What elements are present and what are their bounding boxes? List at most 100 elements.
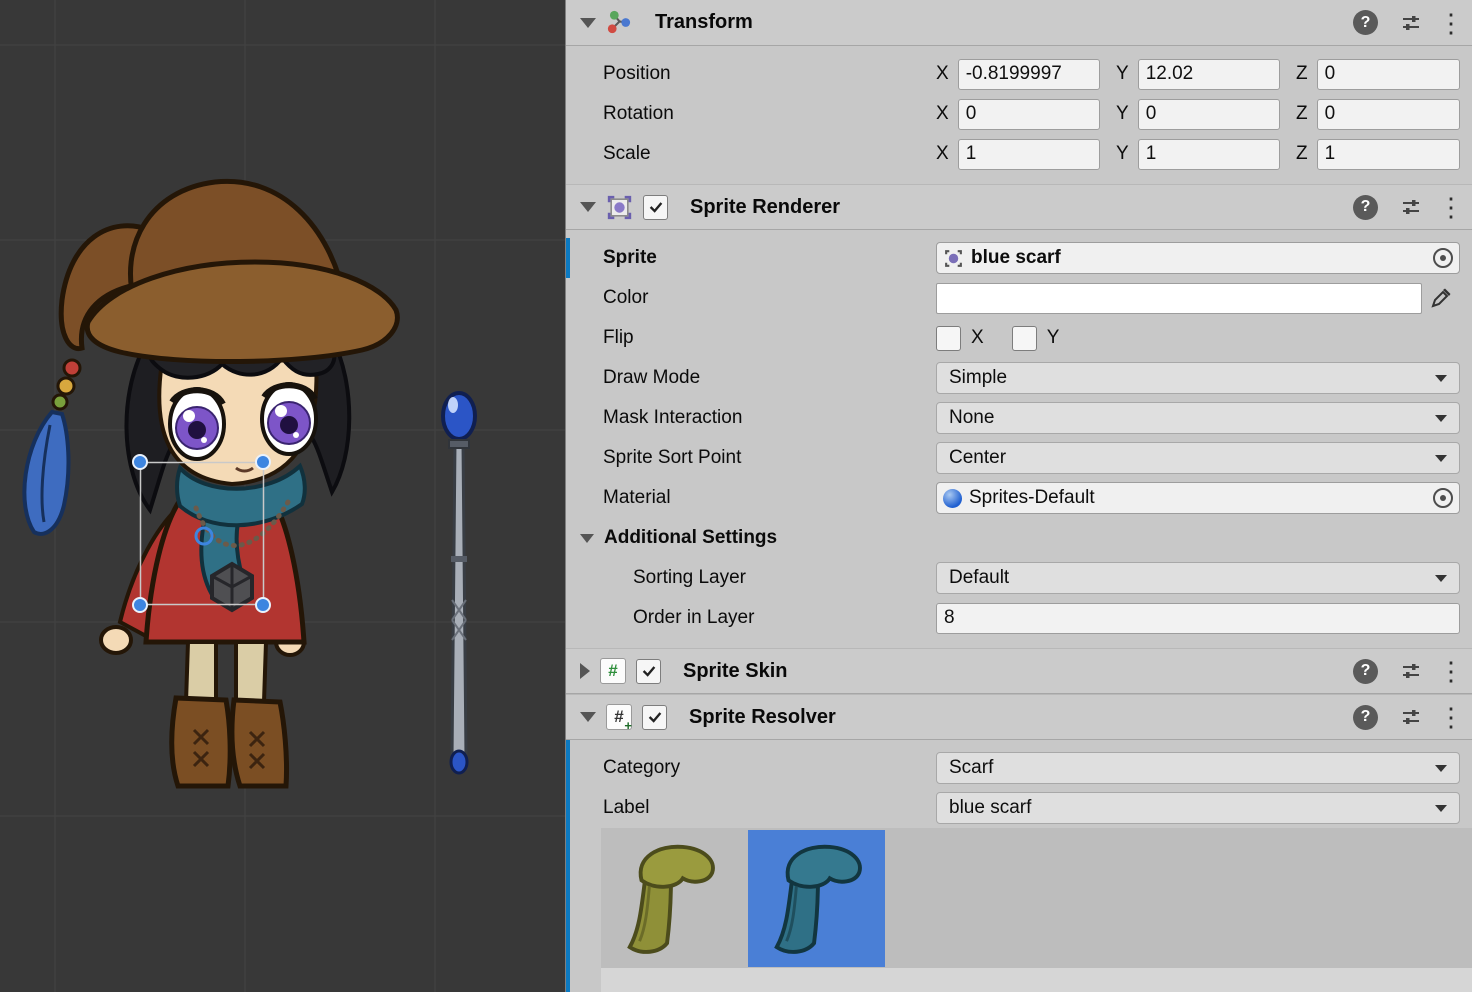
position-y-input[interactable]	[1138, 59, 1280, 90]
flip-x-checkbox[interactable]	[936, 326, 961, 351]
sprite-sort-point-dropdown[interactable]: Center	[936, 442, 1460, 474]
color-label: Color	[603, 287, 936, 309]
kebab-menu-icon[interactable]: ⋮	[1444, 194, 1458, 220]
mask-interaction-row: Mask Interaction None	[566, 398, 1472, 438]
sprite-icon	[943, 248, 964, 269]
eyedropper-icon[interactable]	[1422, 287, 1460, 309]
presets-icon[interactable]	[1400, 196, 1422, 218]
label-label: Label	[603, 797, 936, 819]
chevron-down-icon	[1435, 575, 1447, 582]
mask-interaction-dropdown[interactable]: None	[936, 402, 1460, 434]
flip-y-label: Y	[1047, 327, 1060, 349]
presets-icon[interactable]	[1400, 660, 1422, 682]
material-row: Material Sprites-Default	[566, 478, 1472, 518]
scale-label: Scale	[603, 143, 936, 165]
sprite-value: blue scarf	[971, 247, 1061, 269]
additional-settings-label: Additional Settings	[604, 527, 937, 549]
selection-handle[interactable]	[256, 455, 270, 469]
enabled-checkbox[interactable]	[642, 705, 667, 730]
enabled-checkbox[interactable]	[636, 659, 661, 684]
label-value: blue scarf	[949, 797, 1031, 819]
kebab-menu-icon[interactable]: ⋮	[1444, 704, 1458, 730]
kebab-menu-icon[interactable]: ⋮	[1444, 10, 1458, 36]
selection-handle[interactable]	[256, 598, 270, 612]
draw-mode-label: Draw Mode	[603, 367, 936, 389]
material-value: Sprites-Default	[969, 487, 1095, 509]
foldout-closed-icon[interactable]	[580, 663, 590, 679]
x-axis-label: X	[936, 103, 949, 125]
sorting-layer-label: Sorting Layer	[603, 567, 936, 589]
help-icon[interactable]: ?	[1353, 659, 1378, 684]
category-row: Category Scarf	[566, 748, 1472, 788]
sprite-resolver-script-icon: #+	[606, 704, 632, 730]
foldout-open-icon[interactable]	[580, 202, 596, 212]
inspector-panel: Transform ? ⋮ Position X Y Z Rot	[565, 0, 1472, 992]
scene-view[interactable]	[0, 0, 565, 992]
selection-handle[interactable]	[133, 598, 147, 612]
rotation-z-input[interactable]	[1317, 99, 1460, 130]
presets-icon[interactable]	[1400, 706, 1422, 728]
category-label: Category	[603, 757, 936, 779]
scarf-thumbnail-green[interactable]	[601, 830, 738, 967]
foldout-open-icon[interactable]	[580, 712, 596, 722]
object-picker-icon[interactable]	[1433, 488, 1453, 508]
rotation-y-input[interactable]	[1138, 99, 1280, 130]
scale-x-input[interactable]	[958, 139, 1100, 170]
presets-icon[interactable]	[1400, 12, 1422, 34]
transform-icon	[606, 9, 633, 36]
order-in-layer-input[interactable]	[936, 603, 1460, 634]
scene-canvas[interactable]	[0, 0, 565, 992]
sprite-renderer-header[interactable]: Sprite Renderer ? ⋮	[566, 184, 1472, 230]
scale-z-input[interactable]	[1317, 139, 1460, 170]
draw-mode-dropdown[interactable]: Simple	[936, 362, 1460, 394]
mask-interaction-label: Mask Interaction	[603, 407, 936, 429]
help-icon[interactable]: ?	[1353, 10, 1378, 35]
chevron-down-icon	[1435, 765, 1447, 772]
y-axis-label: Y	[1116, 63, 1129, 85]
prefab-override-bar	[566, 238, 570, 278]
sorting-layer-dropdown[interactable]: Default	[936, 562, 1460, 594]
transform-title: Transform	[655, 11, 753, 34]
material-icon	[943, 489, 962, 508]
object-picker-icon[interactable]	[1433, 248, 1453, 268]
foldout-open-icon[interactable]	[580, 18, 596, 28]
sprite-sort-point-row: Sprite Sort Point Center	[566, 438, 1472, 478]
chevron-down-icon	[1435, 455, 1447, 462]
flip-label: Flip	[603, 327, 936, 349]
order-in-layer-row: Order in Layer	[566, 598, 1472, 638]
sprite-resolver-header[interactable]: #+ Sprite Resolver ? ⋮	[566, 694, 1472, 740]
help-icon[interactable]: ?	[1353, 705, 1378, 730]
additional-settings-row[interactable]: Additional Settings	[566, 518, 1472, 558]
sprite-resolver-body: Category Scarf Label blue scarf	[566, 740, 1472, 992]
flip-x-label: X	[971, 327, 984, 349]
sprite-renderer-component: Sprite Renderer ? ⋮ Sprite blue scarf	[566, 184, 1472, 648]
position-x-input[interactable]	[958, 59, 1100, 90]
color-swatch[interactable]	[936, 283, 1422, 314]
thumbnail-footer-strip	[601, 968, 1472, 992]
category-dropdown[interactable]: Scarf	[936, 752, 1460, 784]
y-axis-label: Y	[1116, 103, 1129, 125]
scarf-thumbnail-blue[interactable]	[748, 830, 885, 967]
material-object-field[interactable]: Sprites-Default	[936, 482, 1460, 514]
label-dropdown[interactable]: blue scarf	[936, 792, 1460, 824]
draw-mode-value: Simple	[949, 367, 1007, 389]
foldout-open-icon[interactable]	[580, 534, 594, 543]
flip-y-checkbox[interactable]	[1012, 326, 1037, 351]
flip-row: Flip X Y	[566, 318, 1472, 358]
kebab-menu-icon[interactable]: ⋮	[1444, 658, 1458, 684]
transform-component: Transform ? ⋮ Position X Y Z Rot	[566, 0, 1472, 184]
help-icon[interactable]: ?	[1353, 195, 1378, 220]
selection-handle[interactable]	[133, 455, 147, 469]
transform-header[interactable]: Transform ? ⋮	[566, 0, 1472, 46]
rotation-x-input[interactable]	[958, 99, 1100, 130]
enabled-checkbox[interactable]	[643, 195, 668, 220]
scale-y-input[interactable]	[1138, 139, 1280, 170]
sprite-sort-point-label: Sprite Sort Point	[603, 447, 936, 469]
draw-mode-row: Draw Mode Simple	[566, 358, 1472, 398]
sprite-object-field[interactable]: blue scarf	[936, 242, 1460, 274]
position-z-input[interactable]	[1317, 59, 1460, 90]
sprite-skin-header[interactable]: # Sprite Skin ? ⋮	[566, 648, 1472, 694]
chevron-down-icon	[1435, 805, 1447, 812]
sprite-skin-script-icon: #	[600, 658, 626, 684]
label-row: Label blue scarf	[566, 788, 1472, 828]
